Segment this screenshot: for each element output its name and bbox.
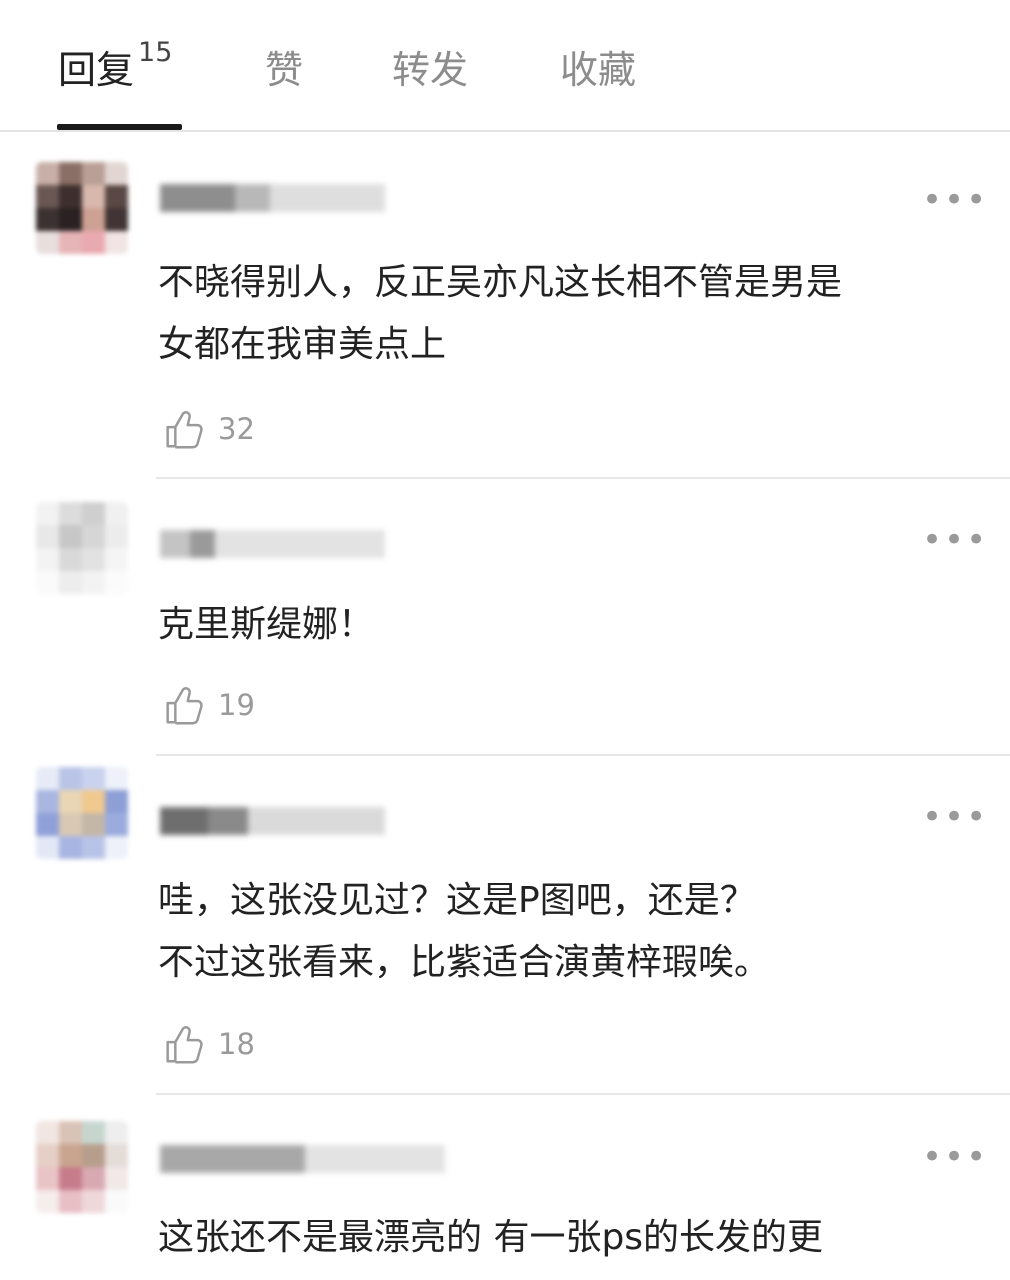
tab-likes[interactable]: 赞 [265, 40, 303, 100]
avatar[interactable] [36, 502, 128, 594]
like-count: 32 [218, 412, 255, 446]
comment-text: 哇，这张没见过？这是P图吧，还是？ 不过这张看来，比紫适合演黄梓瑕唉。 [158, 880, 771, 983]
more-options-icon[interactable]: ••• [922, 800, 988, 834]
like-button[interactable]: 32 [160, 404, 255, 454]
comment-text: 克里斯缇娜！ [158, 604, 375, 645]
tab-favorites[interactable]: 收藏 [560, 40, 636, 100]
like-count: 18 [218, 1027, 255, 1061]
tab-replies-label: 回复 [58, 48, 135, 92]
comment-text: 这张还不是最漂亮的 有一张ps的长发的更 [158, 1217, 824, 1258]
more-options-icon[interactable]: ••• [922, 183, 988, 217]
thumbs-up-icon [166, 411, 203, 449]
avatar[interactable] [36, 1121, 128, 1213]
like-button[interactable]: 18 [160, 1019, 255, 1069]
thumbs-up-icon [166, 1026, 203, 1064]
reply-count: 15 [138, 37, 173, 68]
more-options-icon[interactable]: ••• [922, 523, 988, 557]
username[interactable] [160, 803, 390, 839]
username[interactable] [160, 1141, 450, 1177]
like-button[interactable]: 19 [160, 680, 255, 730]
tab-reposts[interactable]: 转发 [392, 40, 468, 100]
divider [156, 754, 1010, 756]
active-tab-indicator [57, 124, 182, 130]
username[interactable] [160, 526, 390, 562]
username[interactable] [160, 180, 390, 216]
more-options-icon[interactable]: ••• [922, 1140, 988, 1174]
comment-text: 不晓得别人，反正吴亦凡这长相不管是男是 女都在我审美点上 [158, 262, 843, 365]
avatar[interactable] [36, 767, 128, 859]
avatar[interactable] [36, 162, 128, 254]
divider [156, 477, 1010, 479]
divider [156, 1093, 1010, 1095]
like-count: 19 [218, 688, 255, 722]
tab-replies[interactable]: 回复 15 [58, 37, 173, 105]
thumbs-up-icon [166, 687, 203, 725]
tab-bar: 回复 15 赞 转发 收藏 [0, 0, 1010, 132]
